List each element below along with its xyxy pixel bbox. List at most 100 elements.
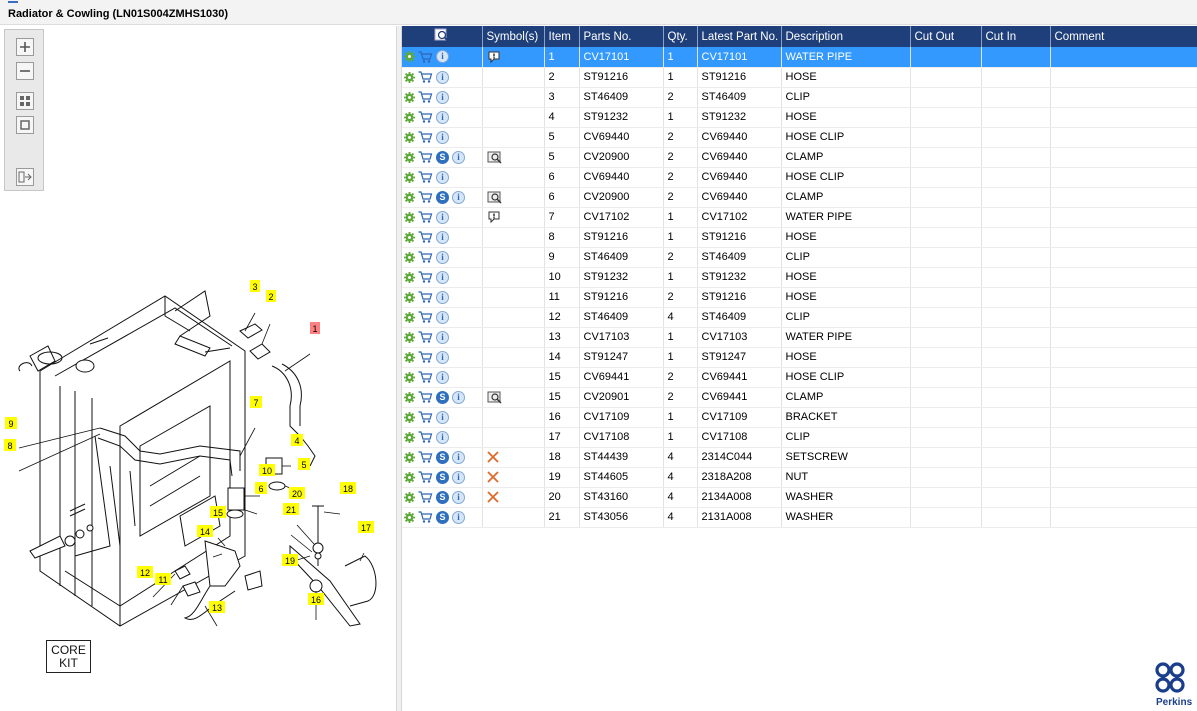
info-icon[interactable]: i <box>436 430 449 444</box>
table-row[interactable]: i 10 ST91232 1 ST91232 HOSE <box>402 267 1197 288</box>
callout-16[interactable]: 16 <box>308 593 324 605</box>
table-row[interactable]: i 13 CV17103 1 CV17103 WATER PIPE <box>402 327 1197 348</box>
callout-2[interactable]: 2 <box>266 290 276 302</box>
table-row[interactable]: Si 5 CV20900 2 CV69440 CLAMP <box>402 147 1197 168</box>
options-button[interactable] <box>404 51 418 63</box>
info-icon[interactable]: i <box>436 290 449 304</box>
symbols-cell[interactable] <box>482 267 545 288</box>
add-to-cart-button[interactable] <box>418 471 436 483</box>
column-header-latest-part-no[interactable]: Latest Part No. <box>697 26 782 47</box>
core-kit-label[interactable]: CORE KIT <box>46 640 91 673</box>
symbols-cell[interactable] <box>482 387 545 408</box>
symbols-cell[interactable] <box>482 107 545 128</box>
info-icon[interactable]: i <box>436 230 449 244</box>
service-info-icon[interactable]: S <box>436 470 449 484</box>
column-header-symbols[interactable]: Symbol(s) <box>482 26 545 47</box>
options-button[interactable] <box>404 211 418 223</box>
table-row[interactable]: i 2 ST91216 1 ST91216 HOSE <box>402 67 1197 88</box>
callout-20[interactable]: 20 <box>289 487 305 499</box>
options-button[interactable] <box>404 431 418 443</box>
info-icon[interactable]: i <box>436 170 449 184</box>
table-row[interactable]: i 16 CV17109 1 CV17109 BRACKET <box>402 407 1197 428</box>
column-header-description[interactable]: Description <box>781 26 911 47</box>
add-to-cart-button[interactable] <box>418 431 436 443</box>
callout-19[interactable]: 19 <box>282 554 298 566</box>
info-icon[interactable]: i <box>452 490 465 504</box>
callout-14[interactable]: 14 <box>197 525 213 537</box>
add-to-cart-button[interactable] <box>418 151 436 163</box>
table-row[interactable]: i 9 ST46409 2 ST46409 CLIP <box>402 247 1197 268</box>
service-info-icon[interactable]: S <box>436 150 449 164</box>
add-to-cart-button[interactable] <box>418 291 436 303</box>
options-button[interactable] <box>404 291 418 303</box>
add-to-cart-button[interactable] <box>418 451 436 463</box>
options-button[interactable] <box>404 171 418 183</box>
callout-8[interactable]: 8 <box>4 439 16 451</box>
callout-13[interactable]: 13 <box>209 601 225 613</box>
symbols-cell[interactable] <box>482 447 545 468</box>
table-row[interactable]: i 6 CV69440 2 CV69440 HOSE CLIP <box>402 167 1197 188</box>
callout-7[interactable]: 7 <box>250 396 262 408</box>
symbols-cell[interactable] <box>482 507 545 528</box>
symbols-cell[interactable] <box>482 227 545 248</box>
column-header-cut-out[interactable]: Cut Out <box>910 26 982 47</box>
column-header-actions[interactable] <box>402 26 483 47</box>
add-to-cart-button[interactable] <box>418 131 436 143</box>
table-row[interactable]: Si 18 ST44439 4 2314C044 SETSCREW <box>402 447 1197 468</box>
info-icon[interactable]: i <box>452 190 465 204</box>
info-icon[interactable]: i <box>436 270 449 284</box>
options-button[interactable] <box>404 391 418 403</box>
add-to-cart-button[interactable] <box>418 331 436 343</box>
table-row[interactable]: i 8 ST91216 1 ST91216 HOSE <box>402 227 1197 248</box>
table-row[interactable]: i 14 ST91247 1 ST91247 HOSE <box>402 347 1197 368</box>
add-to-cart-button[interactable] <box>418 511 436 523</box>
add-to-cart-button[interactable] <box>418 211 436 223</box>
service-info-icon[interactable]: S <box>436 450 449 464</box>
service-info-icon[interactable]: S <box>436 190 449 204</box>
callout-1[interactable]: 1 <box>310 322 320 334</box>
info-icon[interactable]: i <box>436 370 449 384</box>
info-icon[interactable]: i <box>436 210 449 224</box>
table-row[interactable]: i 15 CV69441 2 CV69441 HOSE CLIP <box>402 367 1197 388</box>
symbols-cell[interactable] <box>482 487 545 508</box>
symbols-cell[interactable] <box>482 147 545 168</box>
add-to-cart-button[interactable] <box>418 231 436 243</box>
info-icon[interactable]: i <box>452 470 465 484</box>
options-button[interactable] <box>404 231 418 243</box>
callout-3[interactable]: 3 <box>250 280 260 292</box>
diagram-pane[interactable]: 1 2 3 4 5 6 7 8 9 10 11 12 13 14 15 16 1… <box>0 26 396 711</box>
symbols-cell[interactable] <box>482 187 545 208</box>
table-row[interactable]: Si 6 CV20900 2 CV69440 CLAMP <box>402 187 1197 208</box>
symbols-cell[interactable] <box>482 207 545 228</box>
symbols-cell[interactable] <box>482 407 545 428</box>
options-button[interactable] <box>404 191 418 203</box>
options-button[interactable] <box>404 331 418 343</box>
add-to-cart-button[interactable] <box>418 191 436 203</box>
table-row[interactable]: Si 15 CV20901 2 CV69441 CLAMP <box>402 387 1197 408</box>
options-button[interactable] <box>404 271 418 283</box>
table-row[interactable]: Si 19 ST44605 4 2318A208 NUT <box>402 467 1197 488</box>
callout-15[interactable]: 15 <box>210 506 226 518</box>
column-header-cut-in[interactable]: Cut In <box>981 26 1051 47</box>
symbols-cell[interactable] <box>482 467 545 488</box>
exploded-parts-diagram[interactable]: 1 2 3 4 5 6 7 8 9 10 11 12 13 14 15 16 1… <box>0 26 396 711</box>
options-button[interactable] <box>404 251 418 263</box>
info-icon[interactable]: i <box>436 50 449 64</box>
options-button[interactable] <box>404 511 418 523</box>
symbols-cell[interactable] <box>482 127 545 148</box>
symbols-cell[interactable] <box>482 427 545 448</box>
callout-11[interactable]: 11 <box>155 573 171 585</box>
symbols-cell[interactable] <box>482 47 545 68</box>
options-button[interactable] <box>404 71 418 83</box>
options-button[interactable] <box>404 311 418 323</box>
info-icon[interactable]: i <box>436 250 449 264</box>
symbols-cell[interactable] <box>482 167 545 188</box>
add-to-cart-button[interactable] <box>418 371 436 383</box>
options-button[interactable] <box>404 91 418 103</box>
service-info-icon[interactable]: S <box>436 390 449 404</box>
info-icon[interactable]: i <box>452 450 465 464</box>
column-header-qty[interactable]: Qty. <box>663 26 698 47</box>
symbols-cell[interactable] <box>482 347 545 368</box>
symbols-cell[interactable] <box>482 67 545 88</box>
symbols-cell[interactable] <box>482 307 545 328</box>
